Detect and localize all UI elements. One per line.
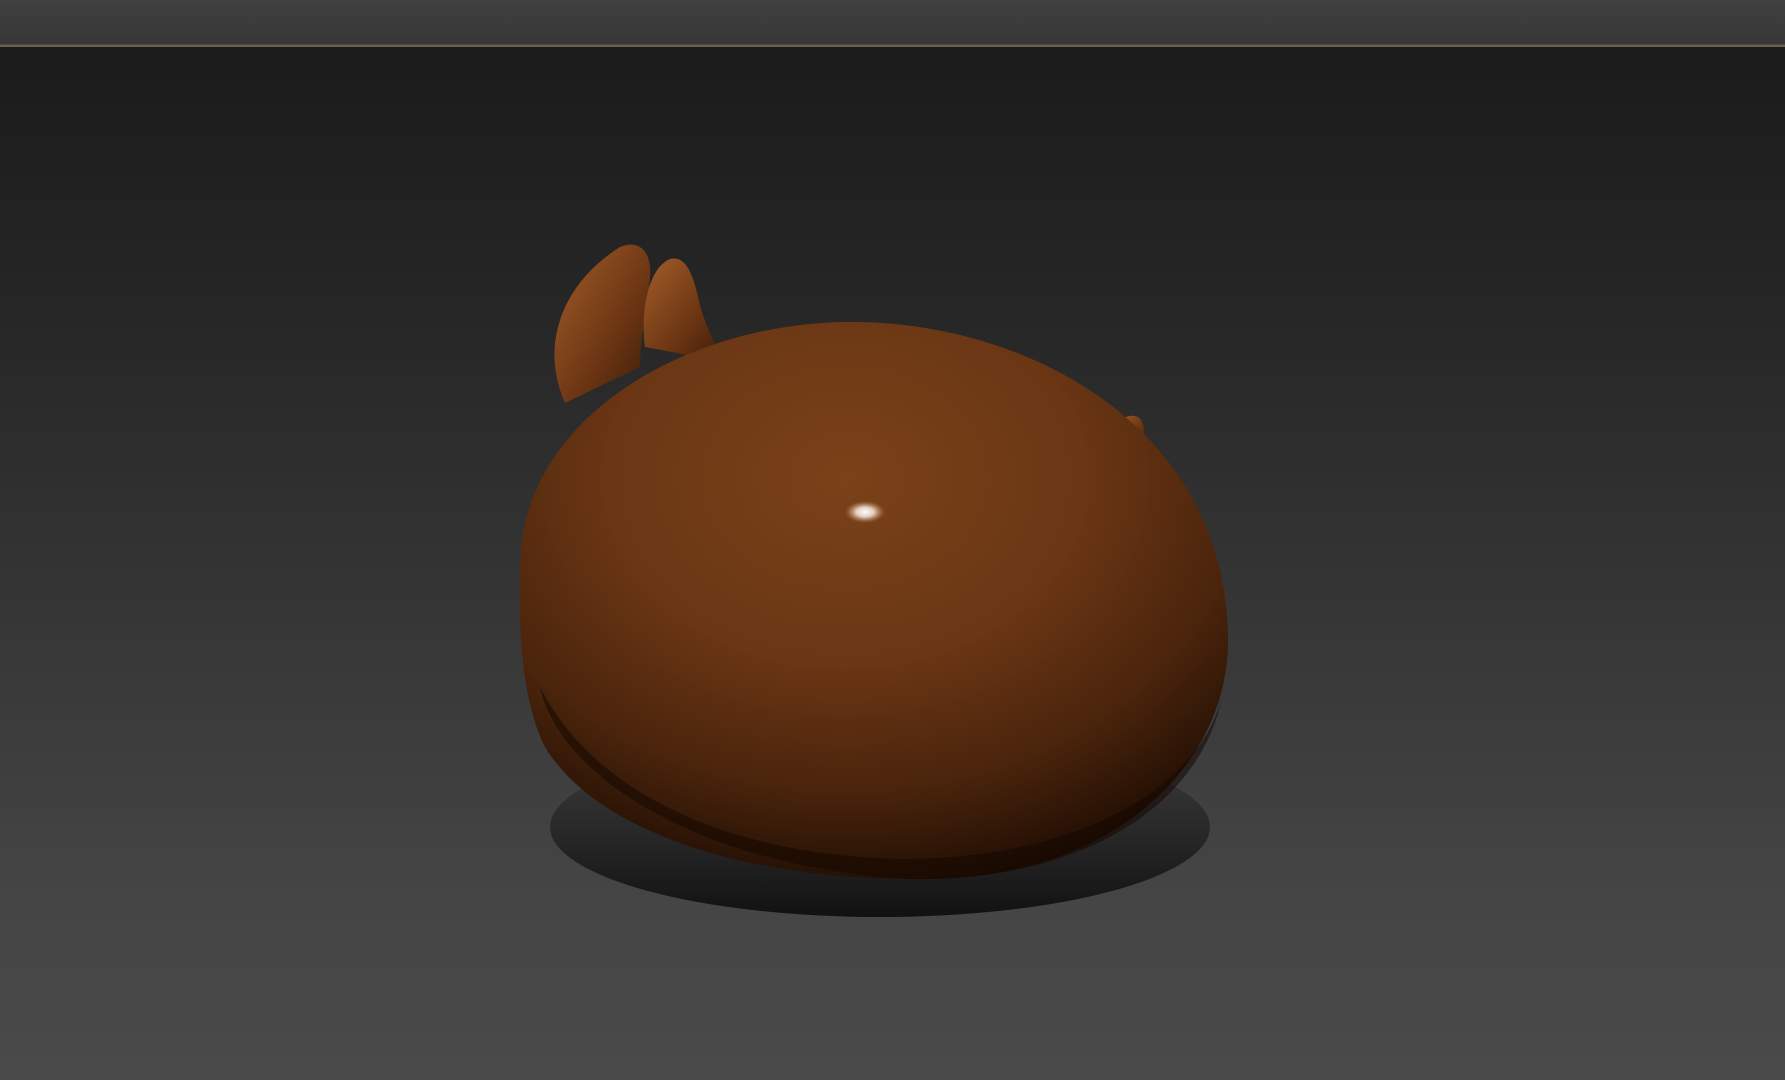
model-ear-left[interactable] — [554, 244, 651, 403]
3d-viewport[interactable] — [0, 47, 1785, 1080]
3d-blob-model-icon[interactable] — [519, 321, 1229, 880]
specular-highlight — [845, 501, 885, 523]
sculpting-app-window — [0, 0, 1785, 1080]
3d-scene[interactable] — [0, 47, 1785, 1080]
top-toolbar — [0, 0, 1785, 44]
